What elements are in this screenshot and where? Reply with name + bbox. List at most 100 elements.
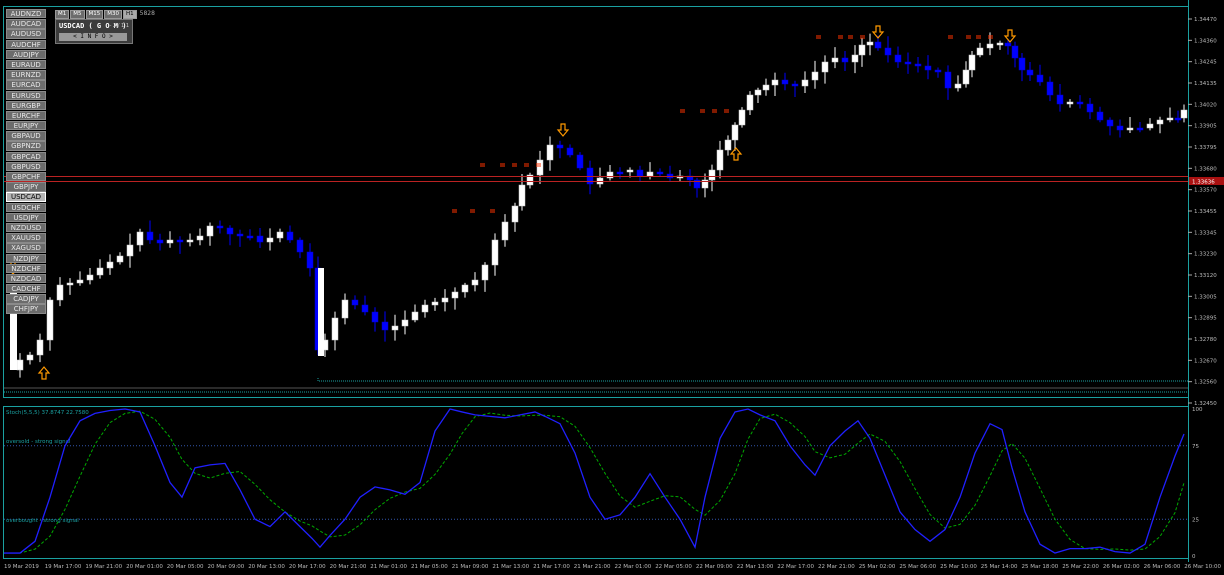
- symbol-button-xagusd[interactable]: XAGUSD: [6, 243, 46, 253]
- symbol-button-xauusd[interactable]: XAUUSD: [6, 233, 46, 243]
- candle-body: [56, 284, 64, 301]
- candle-body: [858, 44, 866, 56]
- price-label: 1.33230: [1194, 252, 1217, 258]
- symbol-button-gbpusd[interactable]: GBPUSD: [6, 161, 46, 172]
- symbol-button-audjpy[interactable]: AUDJPY: [6, 49, 46, 60]
- candle-body: [421, 304, 429, 313]
- candle-body: [1156, 119, 1164, 125]
- symbol-button-eurgbp[interactable]: EURGBP: [6, 100, 46, 111]
- symbol-button-eurjpy[interactable]: EURJPY: [6, 121, 46, 131]
- candle-body: [781, 79, 789, 85]
- price-label: 1.32670: [1194, 358, 1217, 364]
- candle-body: [904, 61, 912, 65]
- symbol-button-audnzd[interactable]: AUDNZD: [6, 9, 46, 19]
- candle-body: [186, 239, 194, 243]
- time-label: 22 Mar 05:00: [655, 564, 692, 570]
- timeframe-button-m5[interactable]: M5: [70, 10, 85, 19]
- stoch-main-line: [4, 408, 1185, 554]
- candle-body: [296, 239, 304, 253]
- symbol-button-nzdusd[interactable]: NZDUSD: [6, 222, 46, 233]
- symbol-button-audusd[interactable]: AUDUSD: [6, 29, 46, 39]
- symbol-button-usdjpy[interactable]: USDJPY: [6, 212, 46, 223]
- timeframe-button-m15[interactable]: M15: [85, 10, 104, 19]
- price-label: 1.32895: [1194, 316, 1217, 322]
- time-label: 20 Mar 09:00: [208, 564, 245, 570]
- candle-body: [1096, 111, 1104, 121]
- candle-body: [351, 299, 359, 306]
- symbol-button-eurnzd[interactable]: EURNZD: [6, 70, 46, 80]
- candle-body: [286, 231, 294, 241]
- candle-body: [762, 84, 770, 91]
- time-label: 21 Mar 21:00: [574, 564, 611, 570]
- time-label: 20 Mar 01:00: [126, 564, 163, 570]
- symbol-button-nzdcad[interactable]: NZDCAD: [6, 273, 46, 284]
- symbol-button-usdcad[interactable]: USDCAD: [6, 192, 46, 202]
- symbol-button-cadjpy[interactable]: CADJPY: [6, 294, 46, 304]
- candle-body: [156, 239, 164, 244]
- candle-body: [331, 317, 339, 341]
- candle-body: [716, 149, 724, 171]
- timeframe-button-m1[interactable]: M1: [55, 10, 70, 19]
- symbol-button-eurusd[interactable]: EURUSD: [6, 90, 46, 100]
- info-button[interactable]: < I N F O >: [59, 33, 127, 41]
- candle-body: [934, 69, 942, 73]
- symbol-button-eurcad[interactable]: EURCAD: [6, 80, 46, 90]
- symbol-button-gbpnzd[interactable]: GBPNZD: [6, 141, 46, 151]
- stoch-scale-label: 0: [1192, 554, 1196, 560]
- symbol-button-audcad[interactable]: AUDCAD: [6, 19, 46, 29]
- candle-body: [26, 354, 34, 361]
- time-label: 20 Mar 05:00: [167, 564, 204, 570]
- stoch-signal-line: [4, 410, 1185, 554]
- time-label: 25 Mar 18:00: [1022, 564, 1059, 570]
- candle-body: [731, 124, 739, 141]
- symbol-button-usdchf[interactable]: USDCHF: [6, 202, 46, 212]
- candle-body: [1106, 119, 1114, 127]
- timeframe-bar: M1 M5 M15 M30 H1 5828: [55, 10, 155, 19]
- time-label: 21 Mar 17:00: [533, 564, 570, 570]
- candle-body: [471, 279, 479, 286]
- symbol-button-cadchf[interactable]: CADCHF: [6, 284, 46, 294]
- candle-body: [656, 171, 664, 175]
- candle-body: [76, 279, 84, 284]
- candle-body: [1180, 109, 1188, 119]
- symbol-button-gbpjpy[interactable]: GBPJPY: [6, 182, 46, 192]
- time-label: 25 Mar 10:00: [940, 564, 977, 570]
- candle-body: [986, 43, 994, 49]
- candle-body: [441, 297, 449, 303]
- symbol-button-audchf[interactable]: AUDCHF: [6, 39, 46, 49]
- candle-body: [511, 205, 519, 223]
- info-panel: USDCAD ( G O M ) - 2 / 1 1 < I N F O >: [55, 19, 133, 44]
- candle-body: [256, 235, 264, 243]
- candle-body: [451, 291, 459, 299]
- time-label: 20 Mar 13:00: [248, 564, 285, 570]
- candle-body: [501, 221, 509, 241]
- time-label: 19 Mar 21:00: [85, 564, 122, 570]
- symbol-button-eurchf[interactable]: EURCHF: [6, 110, 46, 121]
- chart-canvas[interactable]: Stoch(5,5,5) 37.8747 22.7580 oversold - s…: [0, 0, 1224, 575]
- candle-body: [841, 57, 849, 63]
- candle-body: [176, 239, 184, 243]
- candle-body: [206, 225, 214, 237]
- candle-body: [226, 227, 234, 235]
- time-label: 21 Mar 09:00: [452, 564, 489, 570]
- candle-body: [126, 244, 134, 257]
- symbol-button-euraud[interactable]: EURAUD: [6, 59, 46, 70]
- candle-body: [576, 154, 584, 169]
- symbol-button-chfjpy[interactable]: CHFJPY: [6, 304, 46, 314]
- candle-body: [914, 63, 922, 67]
- timeframe-button-m30[interactable]: M30: [104, 10, 122, 19]
- candle-body: [968, 54, 976, 71]
- candle-body: [1011, 45, 1019, 59]
- symbol-button-gbpaud[interactable]: GBPAUD: [6, 131, 46, 141]
- candle-body: [546, 144, 554, 161]
- symbol-button-nzdjpy[interactable]: NZDJPY: [6, 253, 46, 263]
- price-label: 1.34135: [1194, 81, 1217, 87]
- symbol-button-gbpcad[interactable]: GBPCAD: [6, 151, 46, 162]
- symbol-button-nzdchf[interactable]: NZDCHF: [6, 263, 46, 274]
- symbol-button-gbpchf[interactable]: GBPCHF: [6, 172, 46, 182]
- candle-body: [136, 231, 144, 246]
- timeframe-button-h1[interactable]: H1: [123, 10, 137, 19]
- time-label: 20 Mar 17:00: [289, 564, 326, 570]
- candle-body: [518, 184, 526, 207]
- candle-body: [646, 171, 654, 177]
